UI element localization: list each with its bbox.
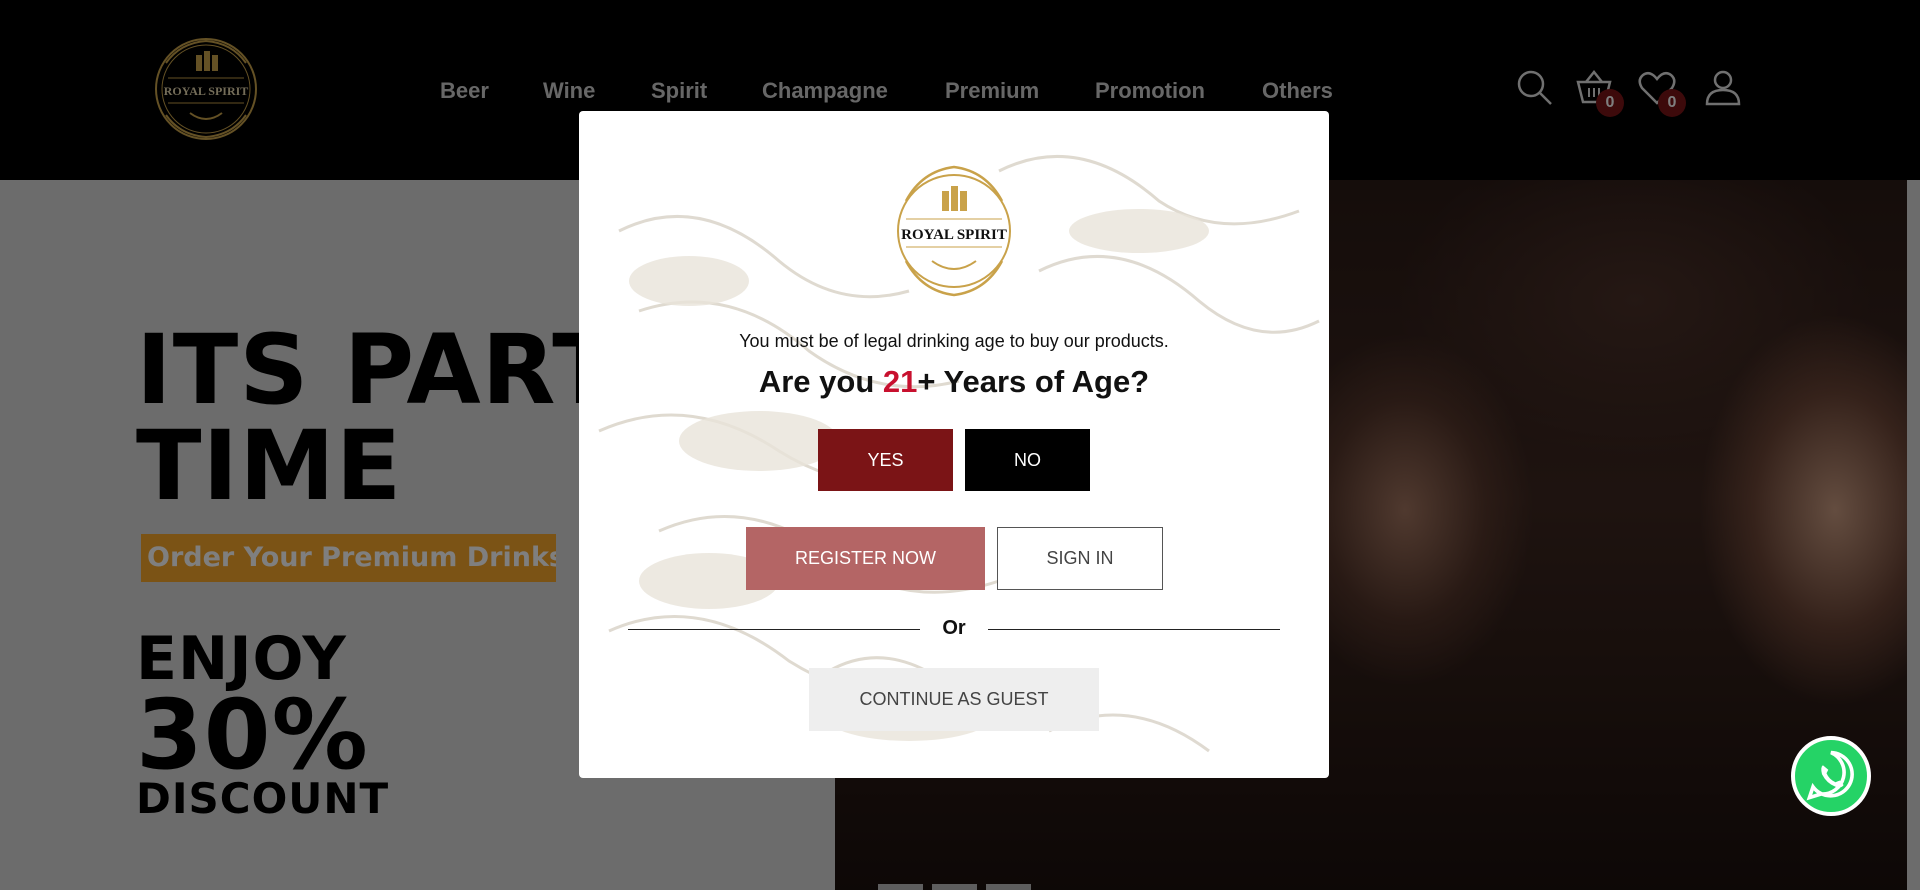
age-number: 21 — [882, 364, 918, 399]
royal-spirit-modal-logo: ROYAL SPIRIT — [897, 165, 1011, 297]
or-divider-label: Or — [942, 617, 966, 639]
whatsapp-icon[interactable] — [1791, 736, 1871, 816]
sign-in-button[interactable]: SIGN IN — [997, 527, 1163, 590]
or-divider-left — [628, 629, 920, 630]
modal-logo-text: ROYAL SPIRIT — [901, 227, 1007, 243]
continue-as-guest-button[interactable]: CONTINUE AS GUEST — [809, 668, 1099, 731]
age-question: Are you 21+ Years of Age? — [579, 364, 1329, 400]
age-question-suffix: + Years of Age? — [917, 364, 1150, 399]
age-verification-modal: ROYAL SPIRIT You must be of legal drinki… — [579, 111, 1329, 778]
register-now-button[interactable]: REGISTER NOW — [746, 527, 985, 590]
yes-button[interactable]: YES — [818, 429, 953, 491]
age-requirement-note: You must be of legal drinking age to buy… — [739, 331, 1169, 351]
no-button[interactable]: NO — [965, 429, 1090, 491]
or-divider-right — [988, 629, 1280, 630]
age-question-prefix: Are you — [758, 364, 883, 399]
